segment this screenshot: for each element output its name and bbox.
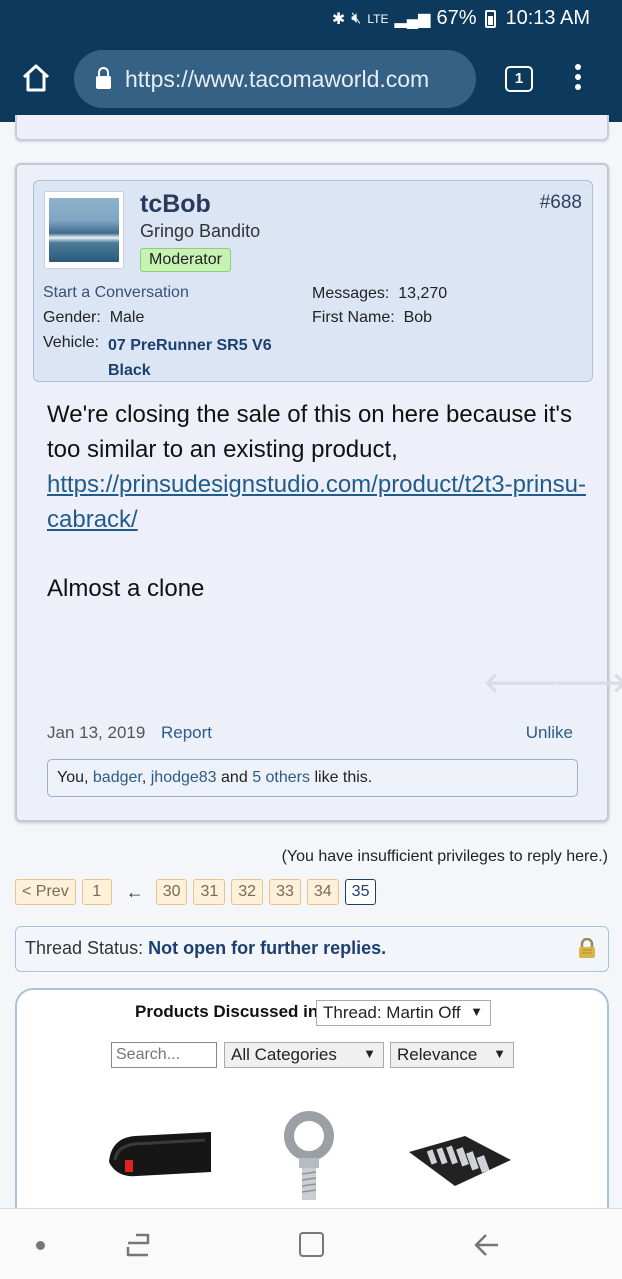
user-title: Gringo Bandito	[140, 221, 261, 241]
start-conversation-link[interactable]: Start a Conversation	[43, 284, 189, 302]
user-info-block: tcBob #688 Gringo Bandito Moderator Star…	[33, 180, 593, 382]
post-date[interactable]: Jan 13, 2019	[47, 723, 145, 743]
status-bar: ✱ 🔇︎ LTE ▂▄▆ 67% 10:13 AM	[0, 0, 622, 38]
battery-percent: 67%	[436, 7, 477, 29]
post: tcBob #688 Gringo Bandito Moderator Star…	[15, 163, 622, 822]
tool-kit-image[interactable]	[405, 1130, 515, 1190]
products-search-input[interactable]	[111, 1042, 217, 1068]
dropdown-arrow-icon: ▼	[470, 1004, 483, 1019]
clock: 10:13 AM	[505, 7, 590, 29]
page-button[interactable]: 32	[231, 879, 264, 905]
tab-switcher-button[interactable]: 1	[505, 66, 533, 92]
pagination-arrow-icon[interactable]: ←	[126, 882, 144, 903]
avatar[interactable]	[44, 191, 124, 269]
padlock-icon	[579, 938, 595, 958]
home-icon[interactable]	[20, 62, 52, 94]
message-text: We're closing the sale of this on here b…	[47, 401, 573, 463]
messages-value: 13,270	[398, 285, 448, 302]
thread-status-value: Not open for further replies.	[148, 938, 387, 958]
arrow-left-icon[interactable]: 🡐	[483, 665, 558, 699]
lock-icon	[96, 66, 111, 89]
nav-dot-icon[interactable]	[36, 1241, 45, 1250]
page-button[interactable]: 31	[193, 879, 226, 905]
message-text-2: Almost a clone	[47, 575, 205, 602]
message-body: We're closing the sale of this on here b…	[47, 397, 587, 537]
thread-status-label: Thread Status:	[25, 938, 144, 958]
lte-icon: LTE	[367, 11, 389, 26]
edge-trim-seal-image[interactable]	[105, 1124, 213, 1184]
first-name-row: First Name: Bob	[312, 309, 432, 327]
thread-select[interactable]: Thread: Martin Off ▼	[316, 1000, 491, 1026]
products-panel: Products Discussed in Thread: Martin Off…	[15, 988, 609, 1218]
page-button[interactable]: 34	[306, 879, 339, 905]
likes-you: You,	[57, 769, 89, 786]
vehicle-value[interactable]: 07 PreRunner SR5 V6 Black	[108, 333, 288, 383]
first-name-value: Bob	[403, 309, 433, 326]
likes-suffix: like this.	[314, 769, 373, 786]
gender-row: Gender: Male	[43, 309, 144, 327]
product-link[interactable]: https://prinsudesignstudio.com/product/t…	[47, 471, 586, 533]
previous-post	[15, 115, 609, 141]
battery-icon	[485, 9, 497, 28]
dropdown-arrow-icon: ▼	[493, 1046, 506, 1061]
browser-toolbar: https://www.tacomaworld.com 1	[0, 38, 622, 122]
back-icon[interactable]	[472, 1231, 500, 1259]
thread-status: Thread Status: Not open for further repl…	[15, 926, 609, 972]
products-title: Products Discussed in	[135, 1002, 319, 1021]
vehicle-label: Vehicle:	[43, 334, 100, 351]
pagination: < Prev 1 ← 30 31 32 33 34 35	[15, 878, 382, 906]
overflow-menu-icon[interactable]	[572, 64, 584, 94]
report-link[interactable]: Report	[161, 723, 212, 743]
gender-label: Gender:	[43, 309, 101, 326]
current-page: 35	[344, 879, 377, 905]
like-user-link[interactable]: badger	[93, 769, 142, 786]
signal-icon: ▂▄▆	[394, 10, 431, 28]
unlike-link[interactable]: Unlike	[526, 723, 573, 743]
system-nav-bar	[0, 1208, 622, 1279]
url-text: https://www.tacomaworld.com	[125, 65, 430, 92]
bluetooth-icon: ✱	[331, 10, 346, 28]
eye-bolt-image[interactable]	[267, 1108, 351, 1204]
mute-icon: 🔇︎	[351, 9, 362, 27]
messages-row: Messages: 13,270	[312, 285, 447, 303]
moderator-badge: Moderator	[140, 248, 231, 272]
prev-page-button[interactable]: < Prev	[15, 879, 76, 905]
recents-icon[interactable]	[124, 1231, 152, 1259]
username[interactable]: tcBob	[140, 190, 211, 219]
like-user-link[interactable]: jhodge83	[151, 769, 217, 786]
post-number[interactable]: #688	[540, 192, 582, 214]
sort-select[interactable]: Relevance ▼	[390, 1042, 514, 1068]
category-select[interactable]: All Categories ▼	[224, 1042, 384, 1068]
likes-and: and	[221, 769, 248, 786]
arrow-right-icon[interactable]: 🡒	[553, 665, 622, 699]
page-button[interactable]: 33	[269, 879, 301, 905]
url-bar[interactable]: https://www.tacomaworld.com	[74, 50, 476, 108]
avatar-image	[49, 198, 119, 262]
dropdown-arrow-icon: ▼	[363, 1046, 376, 1061]
home-nav-icon[interactable]	[299, 1232, 324, 1257]
page-1-button[interactable]: 1	[81, 879, 112, 905]
gender-value: Male	[109, 309, 145, 326]
first-name-label: First Name:	[312, 309, 395, 326]
insufficient-privileges-note: (You have insufficient privileges to rep…	[281, 848, 608, 865]
messages-label: Messages:	[312, 285, 390, 302]
likes-summary: You, badger, jhodge83 and 5 others like …	[47, 759, 578, 797]
likes-others-link[interactable]: 5 others	[252, 769, 310, 786]
page-button[interactable]: 30	[155, 879, 188, 905]
